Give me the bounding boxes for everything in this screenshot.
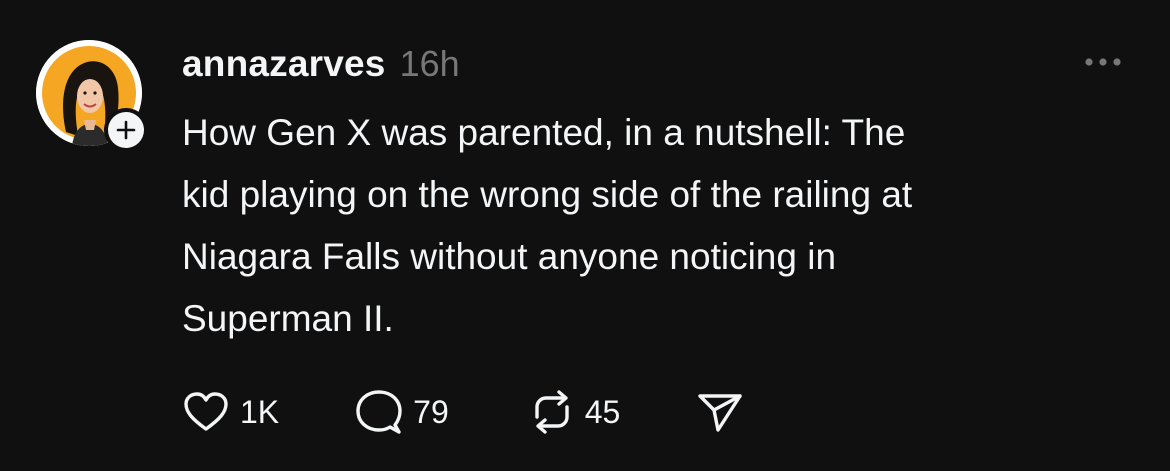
- thread-post: annazarves 16h How Gen X was parented, i…: [0, 0, 1170, 471]
- action-bar: 1K 79 45: [182, 388, 744, 436]
- reply-count: 79: [413, 393, 449, 430]
- follow-badge: [108, 112, 144, 148]
- avatar-container: [36, 40, 148, 152]
- repost-icon: [535, 390, 569, 434]
- heart-icon: [184, 392, 228, 431]
- username[interactable]: annazarves: [182, 43, 386, 85]
- share-button[interactable]: [696, 390, 744, 434]
- more-horizontal-icon: [1085, 58, 1121, 66]
- post-text: How Gen X was parented, in a nutshell: T…: [182, 112, 913, 339]
- send-icon: [698, 394, 743, 432]
- like-button[interactable]: 1K: [182, 390, 279, 434]
- speech-bubble-icon: [356, 390, 402, 434]
- reply-button[interactable]: 79: [355, 389, 449, 435]
- timestamp: 16h: [399, 43, 460, 84]
- repost-button[interactable]: 45: [529, 389, 621, 435]
- follow-button[interactable]: [104, 108, 148, 152]
- plus-icon: [116, 120, 136, 140]
- like-count: 1K: [240, 393, 280, 430]
- post-header: annazarves 16h: [182, 40, 460, 88]
- repost-count: 45: [584, 393, 621, 430]
- more-options-button[interactable]: [1080, 48, 1126, 76]
